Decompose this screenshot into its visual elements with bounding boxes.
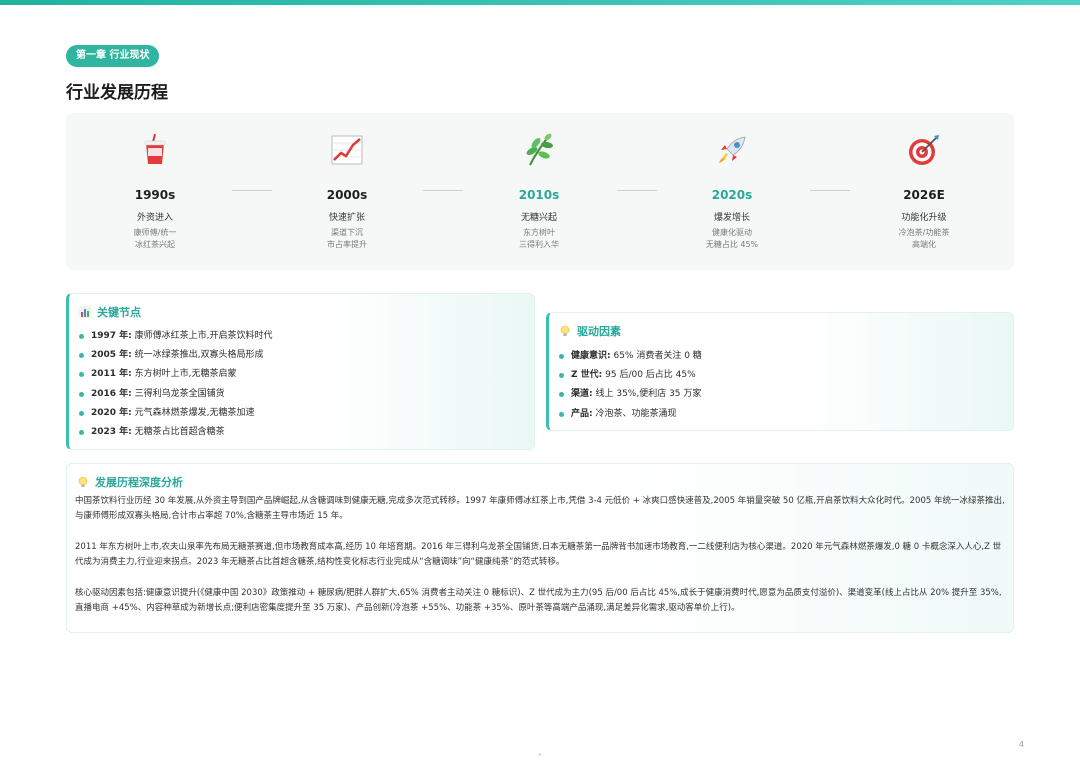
- list-item: 2011 年: 东方树叶上市,无糖茶启蒙: [79, 365, 273, 384]
- timeline-year: 1990s: [134, 188, 176, 202]
- timeline-stage-name: 功能化升级: [901, 213, 947, 223]
- analysis-card: 发展历程深度分析 中国茶饮料行业历经 30 年发展,从外资主导到国产品牌崛起,从…: [66, 463, 1014, 633]
- drivers-title: 驱动因素: [559, 323, 621, 339]
- timeline-year: 2000s: [326, 188, 368, 202]
- bar-chart-icon: [79, 306, 91, 318]
- timeline-desc: 康师傅/统一 冰红茶兴起: [133, 228, 177, 249]
- timeline-stage-name: 外资进入: [136, 213, 173, 223]
- analysis-paragraph: 2011 年东方树叶上市,农夫山泉率先布局无糖茶赛道,但市场教育成本高,经历 1…: [75, 542, 1002, 567]
- timeline-connector: [232, 190, 272, 191]
- key-nodes-card: 关键节点 1997 年: 康师傅冰红茶上市,开启茶饮料时代 2005 年: 统一…: [66, 293, 535, 450]
- drivers-list: 健康意识: 65% 消费者关注 0 糖 Z 世代: 95 后/00 后占比 45…: [559, 347, 702, 424]
- timeline-year: 2026E: [903, 188, 945, 202]
- timeline-connector: [423, 190, 463, 191]
- list-item: 渠道: 线上 35%,便利店 35 万家: [559, 385, 702, 404]
- timeline-desc: 健康化驱动 无糖占比 45%: [705, 228, 759, 249]
- list-item: 2023 年: 无糖茶占比首超含糖茶: [79, 423, 273, 442]
- footer-mark: •: [538, 752, 542, 759]
- list-item: 2016 年: 三得利乌龙茶全国铺货: [79, 385, 273, 404]
- analysis-paragraph: 核心驱动因素包括:健康意识提升(《健康中国 2030》政策推动 + 糖尿病/肥胖…: [75, 588, 1002, 613]
- timeline-connector: [617, 190, 657, 191]
- timeline-desc: 渠道下沉 市占率提升: [327, 228, 367, 249]
- list-item: 健康意识: 65% 消费者关注 0 糖: [559, 347, 702, 366]
- top-accent-bar: [0, 0, 1080, 5]
- key-nodes-title: 关键节点: [79, 304, 141, 320]
- target-icon: [909, 135, 939, 165]
- herb-icon: [526, 133, 553, 166]
- timeline-panel: 1990s 外资进入 康师傅/统一 冰红茶兴起 2000s 快速扩张 渠道下沉 市占…: [66, 113, 1014, 270]
- analysis-paragraph: 中国茶饮料行业历经 30 年发展,从外资主导到国产品牌崛起,从含糖调味到健康无糖…: [75, 496, 1005, 521]
- page-title: 行业发展历程: [66, 83, 168, 103]
- chart-up-icon: [331, 135, 363, 165]
- list-item: Z 世代: 95 后/00 后占比 45%: [559, 366, 702, 385]
- lightbulb-icon: [560, 325, 570, 336]
- analysis-body: 中国茶饮料行业历经 30 年发展,从外资主导到国产品牌崛起,从含糖调味到健康无糖…: [75, 494, 1005, 632]
- timeline-stage-name: 快速扩张: [328, 213, 365, 223]
- key-nodes-list: 1997 年: 康师傅冰红茶上市,开启茶饮料时代 2005 年: 统一冰绿茶推出…: [79, 327, 273, 442]
- lightbulb-icon: [78, 476, 88, 487]
- list-item: 1997 年: 康师傅冰红茶上市,开启茶饮料时代: [79, 327, 273, 346]
- timeline-year: 2010s: [518, 188, 560, 202]
- timeline-desc: 冷泡茶/功能茶 高端化: [898, 228, 950, 249]
- timeline-year: 2020s: [711, 188, 753, 202]
- drivers-card: 驱动因素 健康意识: 65% 消费者关注 0 糖 Z 世代: 95 后/00 后…: [546, 312, 1014, 431]
- drink-cup-icon: [144, 133, 166, 164]
- rocket-icon: [719, 136, 746, 163]
- timeline-stage-name: 爆发增长: [713, 213, 750, 223]
- page-number: 4: [1018, 740, 1024, 749]
- timeline-stage-name: 无糖兴起: [520, 213, 557, 223]
- list-item: 2020 年: 元气森林燃茶爆发,无糖茶加速: [79, 404, 273, 423]
- timeline-desc: 东方树叶 三得利入华: [519, 228, 559, 249]
- list-item: 产品: 冷泡茶、功能茶涌现: [559, 405, 702, 424]
- chapter-badge: 第一章 行业现状: [66, 45, 160, 67]
- list-item: 2005 年: 统一冰绿茶推出,双寡头格局形成: [79, 346, 273, 365]
- analysis-title: 发展历程深度分析: [77, 474, 183, 490]
